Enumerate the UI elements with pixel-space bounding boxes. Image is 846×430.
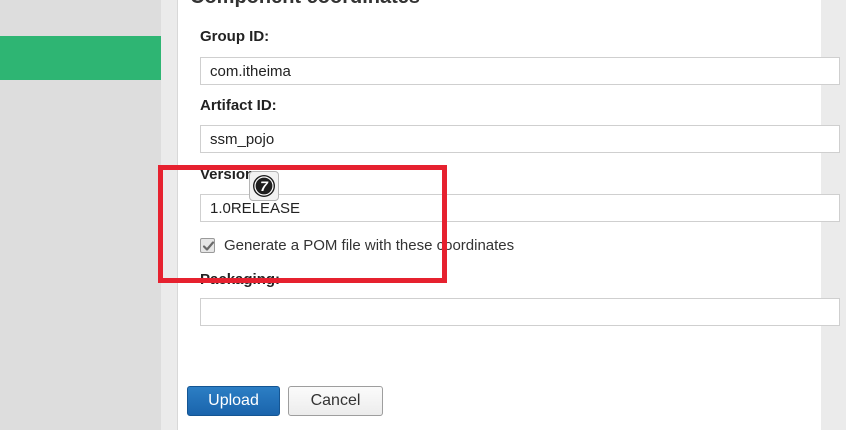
annotation-highlight-box <box>158 165 447 283</box>
step-badge: 7 <box>249 171 279 201</box>
section-title: Component coordinates <box>190 0 420 9</box>
step-7-icon: 7 <box>253 175 275 197</box>
artifact-id-label: Artifact ID: <box>200 97 277 114</box>
group-id-label: Group ID: <box>200 28 270 45</box>
packaging-input[interactable] <box>200 298 840 326</box>
step-7-text: 7 <box>260 178 269 194</box>
upload-button[interactable]: Upload <box>187 386 280 416</box>
group-id-input[interactable] <box>200 57 840 85</box>
active-nav-bar[interactable] <box>0 36 161 80</box>
cancel-button[interactable]: Cancel <box>288 386 383 416</box>
artifact-id-input[interactable] <box>200 125 840 153</box>
